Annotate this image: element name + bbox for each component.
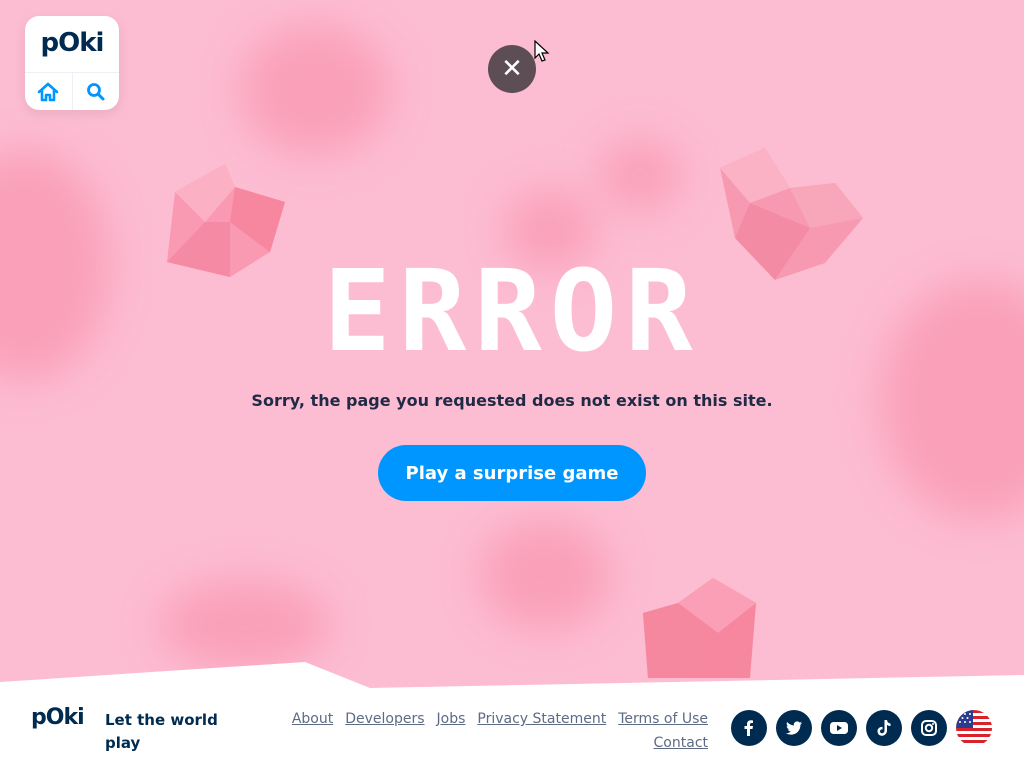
footer-links: About Developers Jobs Privacy Statement Term… (250, 707, 708, 755)
footer-link-contact[interactable]: Contact (654, 735, 708, 751)
close-button[interactable]: ✕ (488, 45, 536, 93)
instagram-button[interactable] (911, 710, 947, 746)
instagram-icon (921, 720, 937, 736)
language-selector[interactable] (956, 710, 992, 746)
facebook-icon (744, 720, 753, 736)
footer-link-developers[interactable]: Developers (345, 711, 424, 727)
tiktok-icon (877, 720, 891, 736)
footer-link-privacy[interactable]: Privacy Statement (477, 711, 606, 727)
tiktok-button[interactable] (866, 710, 902, 746)
twitter-button[interactable] (776, 710, 812, 746)
heart-icon (643, 578, 756, 678)
search-icon (87, 82, 105, 100)
youtube-icon (830, 722, 848, 734)
home-icon (37, 82, 59, 101)
twitter-icon (785, 721, 802, 735)
error-message: Sorry, the page you requested does not e… (251, 391, 773, 410)
close-icon: ✕ (501, 54, 523, 84)
home-button[interactable] (25, 73, 71, 110)
youtube-button[interactable] (821, 710, 857, 746)
footer-link-terms[interactable]: Terms of Use (618, 711, 708, 727)
tagline: Let the world play (105, 711, 218, 752)
blurred-heart (600, 140, 680, 210)
background (0, 0, 1024, 768)
blurred-heart (240, 25, 390, 155)
blurred-heart (160, 580, 330, 670)
footer-link-about[interactable]: About (292, 711, 333, 727)
footer-link-jobs[interactable]: Jobs (437, 711, 466, 727)
play-surprise-game-button[interactable]: Play a surprise game (378, 445, 646, 501)
mouse-cursor-icon (534, 40, 550, 62)
footer-poki-logo[interactable]: pOki (31, 705, 85, 730)
error-title: ERROR (323, 247, 701, 377)
logo-card: pOki (25, 16, 119, 110)
facebook-button[interactable] (731, 710, 767, 746)
social-links (731, 710, 992, 746)
search-button[interactable] (73, 73, 119, 110)
us-flag-icon (956, 710, 992, 746)
poki-logo[interactable]: pOki (25, 28, 119, 58)
blurred-heart (480, 520, 610, 630)
